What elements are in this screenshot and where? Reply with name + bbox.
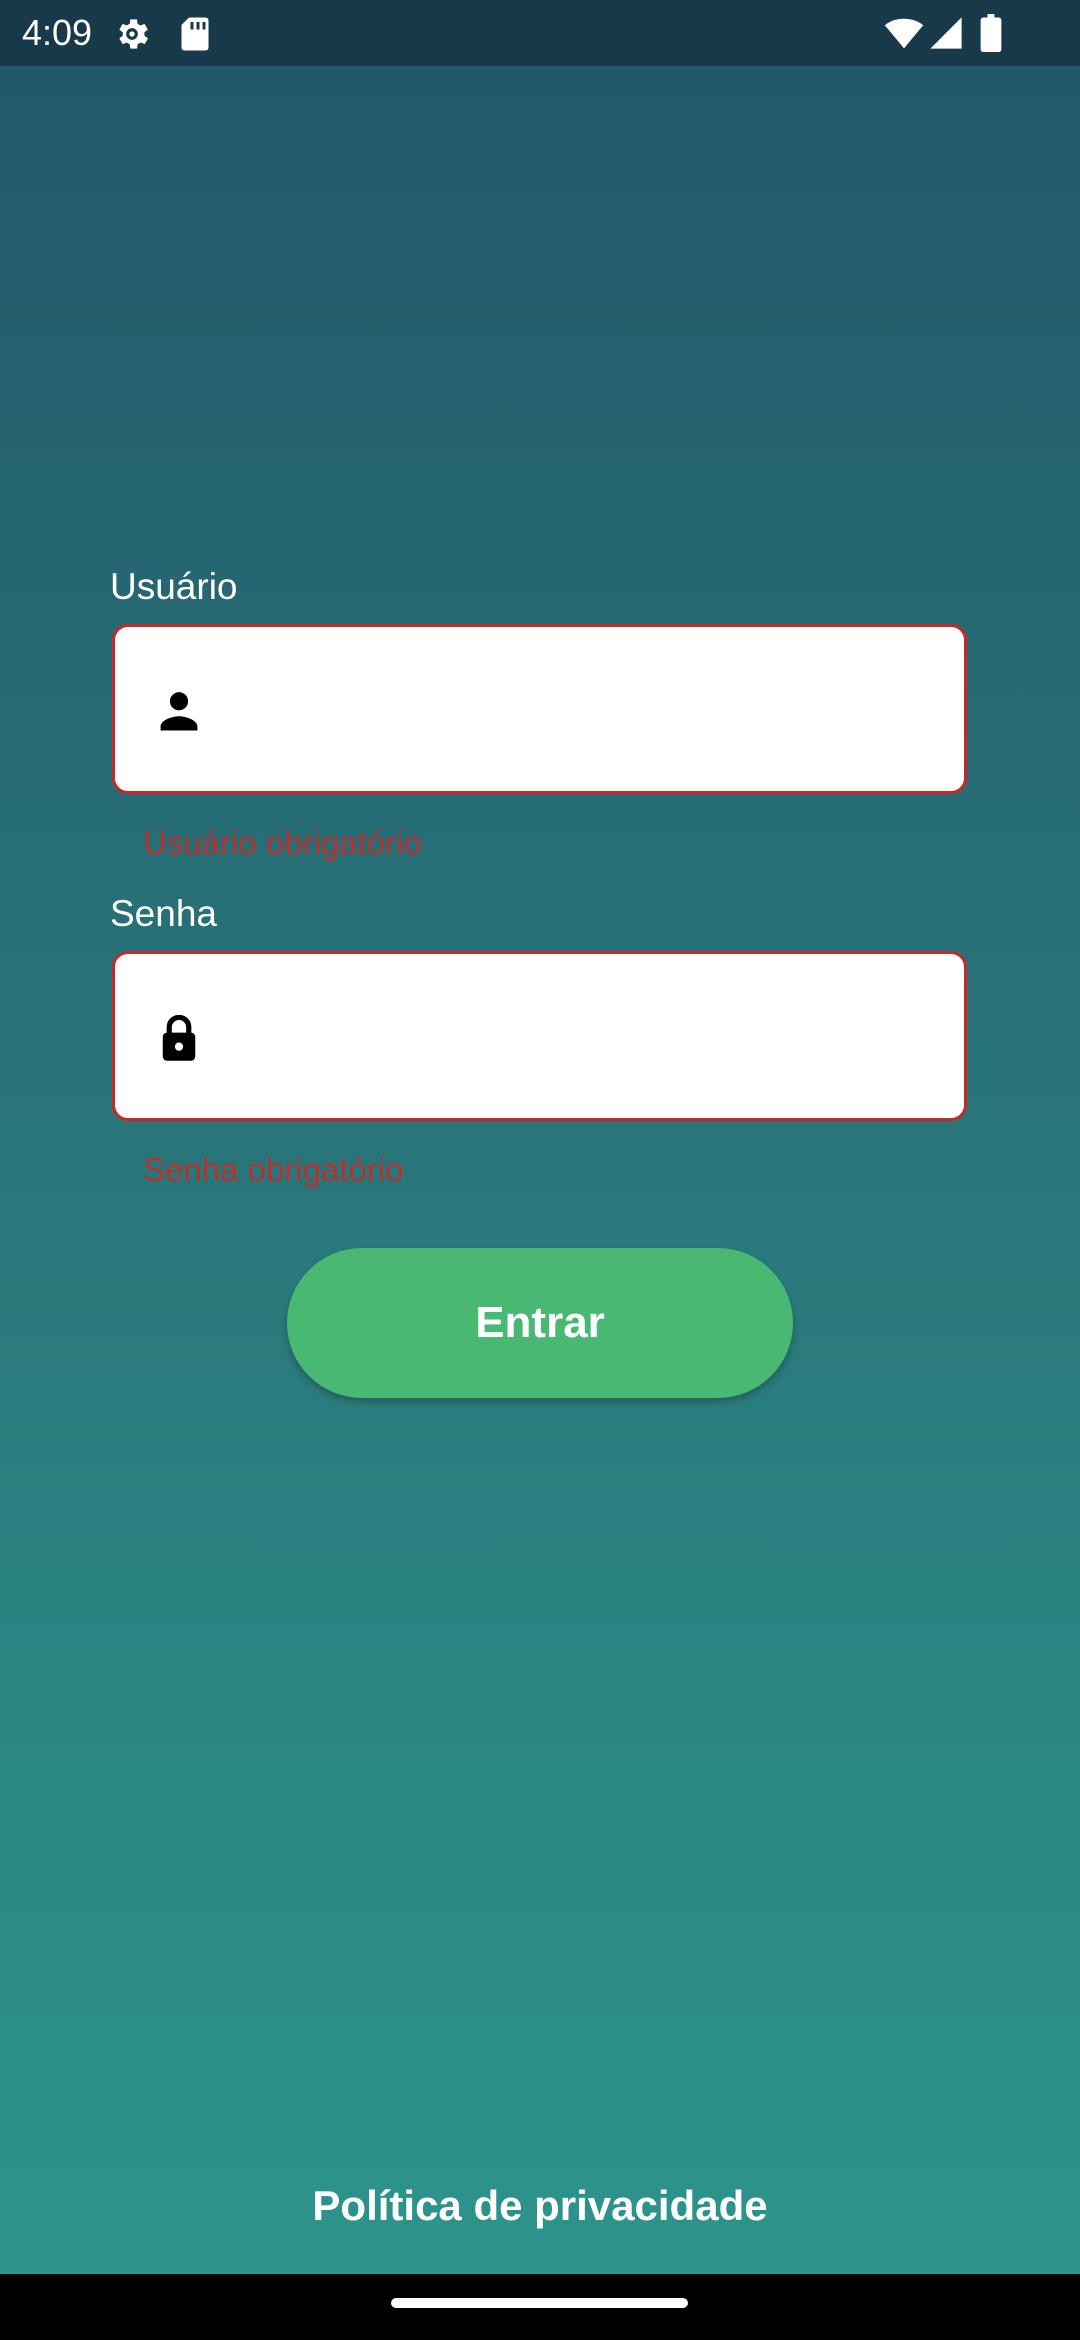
- password-field[interactable]: [112, 951, 967, 1121]
- password-label: Senha: [110, 893, 217, 934]
- status-bar: 4:09: [0, 0, 1080, 66]
- battery-icon: [980, 14, 1002, 57]
- gear-icon: [112, 14, 152, 59]
- username-label: Usuário: [110, 566, 238, 607]
- username-error: Usuário obrigatório: [143, 824, 422, 861]
- navigation-bar: [0, 2274, 1080, 2340]
- signal-icon: [928, 16, 964, 55]
- status-time: 4:09: [22, 12, 93, 53]
- lock-icon: [153, 1012, 205, 1064]
- login-button[interactable]: Entrar: [287, 1248, 793, 1398]
- username-input[interactable]: [241, 627, 945, 793]
- sd-card-icon: [180, 16, 210, 57]
- password-input[interactable]: [241, 954, 945, 1120]
- home-indicator[interactable]: [391, 2298, 688, 2308]
- password-error: Senha obrigatório: [143, 1151, 404, 1188]
- person-icon: [153, 685, 205, 737]
- wifi-icon: [884, 18, 924, 55]
- username-field[interactable]: [112, 624, 967, 794]
- privacy-policy-link[interactable]: Política de privacidade: [0, 2180, 1080, 2232]
